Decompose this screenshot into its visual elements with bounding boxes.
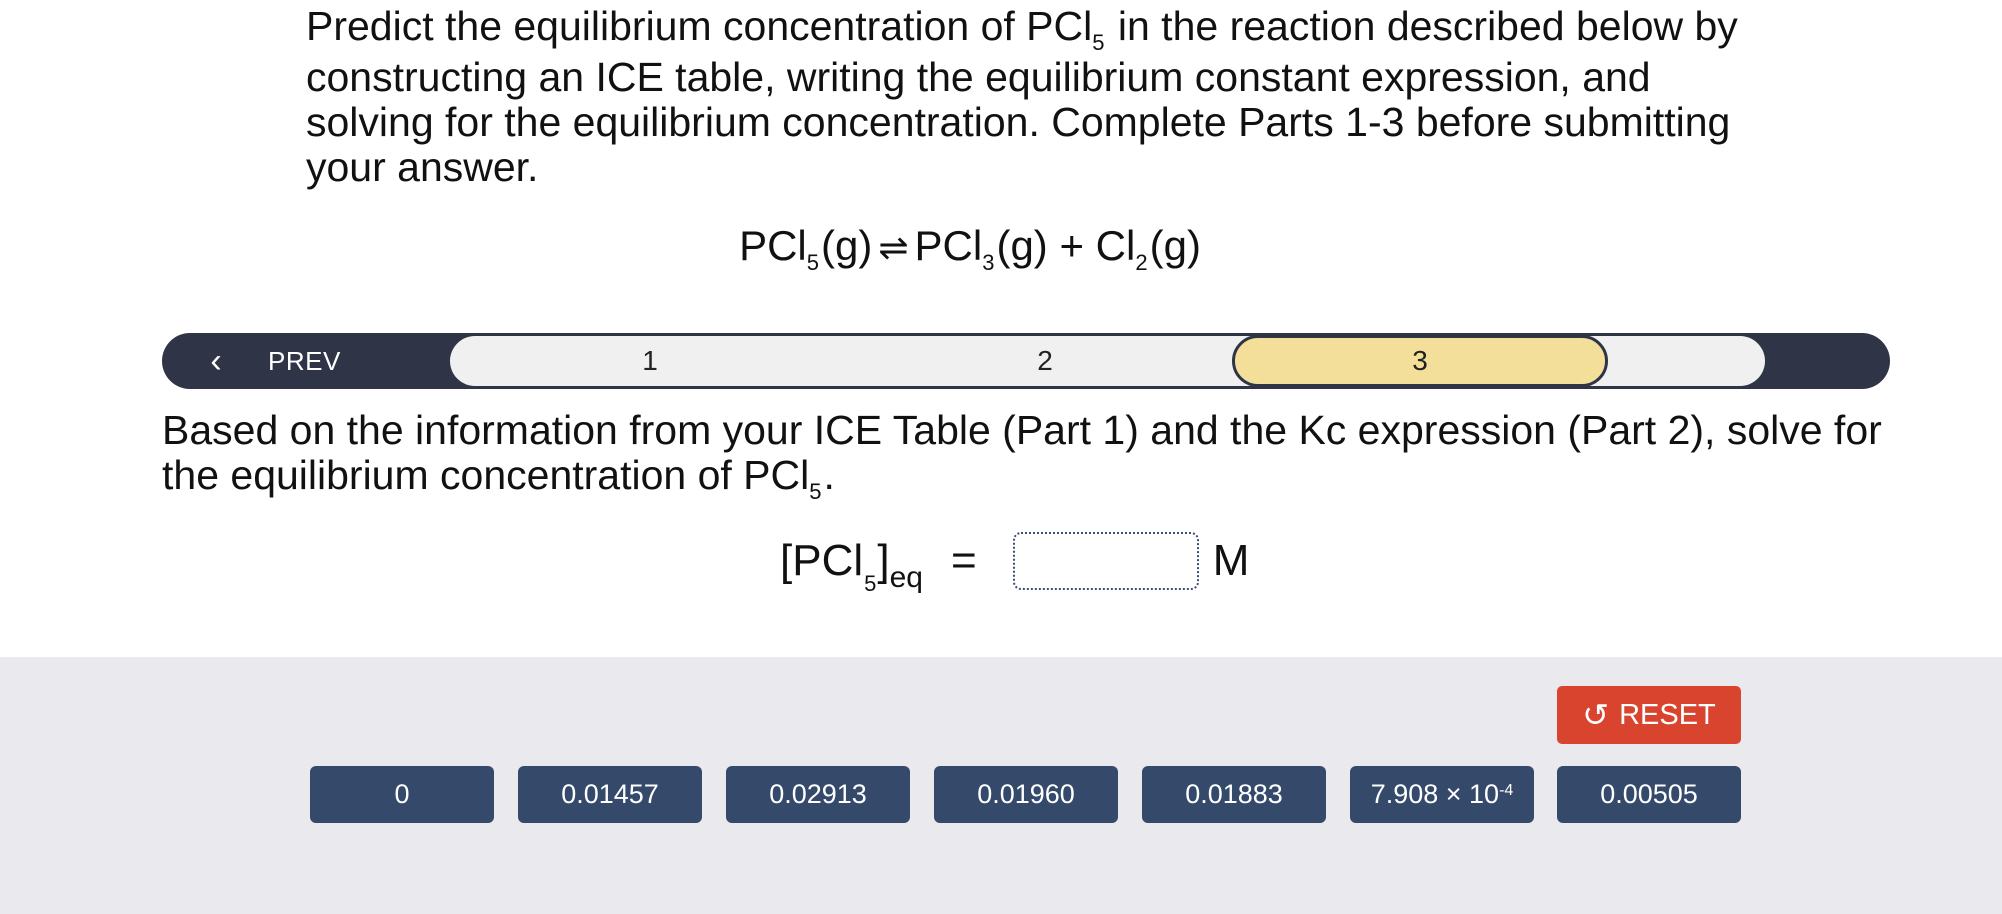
equation-plus: +	[1059, 222, 1084, 269]
chip-mantissa: 7.908 × 10	[1370, 779, 1500, 809]
equation-product1: PCl	[914, 222, 983, 269]
equation-product2: Cl	[1095, 222, 1136, 269]
tab-part-3-active[interactable]: 3	[1232, 335, 1608, 387]
prev-label: PREV	[268, 345, 341, 376]
answer-chip-0-01883[interactable]: 0.01883	[1142, 766, 1326, 823]
question-text-after: .	[823, 452, 835, 498]
answer-unit: M	[1212, 536, 1250, 585]
answer-label-close: ]	[877, 536, 890, 585]
question-text-before: Based on the information from your ICE T…	[162, 407, 1882, 498]
equation-product1-state: (g)	[996, 222, 1048, 269]
equation-product2-state: (g)	[1149, 222, 1201, 269]
prompt-subscript: 5	[1092, 30, 1105, 55]
answer-chip-0-01457[interactable]: 0.01457	[518, 766, 702, 823]
answer-label-subscript: 5	[864, 571, 877, 596]
question-subscript: 5	[809, 479, 822, 504]
chip-exponent: -4	[1499, 781, 1514, 799]
undo-icon: ↺	[1582, 697, 1610, 733]
equation-reactant-subscript: 5	[806, 250, 819, 275]
problem-prompt: Predict the equilibrium concentration of…	[306, 4, 1756, 190]
answer-chip-0-00505[interactable]: 0.00505	[1557, 766, 1741, 823]
equilibrium-arrow-icon: ⇌	[878, 227, 909, 268]
answer-label: [PCl5]eq	[780, 536, 923, 596]
answer-label-open: [PCl	[780, 536, 864, 585]
tab-part-1[interactable]: 1	[450, 336, 850, 386]
part-3-question: Based on the information from your ICE T…	[162, 407, 1882, 505]
part-navigation-bar: ‹ PREV 1 2 3	[162, 333, 1890, 389]
reset-button[interactable]: ↺ RESET	[1557, 686, 1741, 744]
answer-drop-box[interactable]	[1012, 532, 1199, 590]
parts-track: 1 2 3	[450, 335, 1765, 387]
prev-button[interactable]: ‹ PREV	[162, 333, 452, 389]
answer-label-eq: eq	[889, 561, 923, 594]
answer-chip-0-01960[interactable]: 0.01960	[934, 766, 1118, 823]
answer-row: [PCl5]eq = M	[780, 528, 1250, 596]
equation-reactant: PCl	[739, 222, 807, 269]
equation-product2-subscript: 2	[1135, 250, 1148, 275]
tab-part-2[interactable]: 2	[850, 336, 1240, 386]
equals-sign: =	[950, 536, 977, 585]
prompt-text-before: Predict the equilibrium concentration of…	[306, 3, 1093, 49]
equation-reactant-state: (g)	[821, 222, 873, 269]
equation-product1-subscript: 3	[982, 250, 995, 275]
answer-chip-0[interactable]: 0	[310, 766, 494, 823]
reset-label: RESET	[1619, 698, 1716, 731]
answer-chip-0-02913[interactable]: 0.02913	[726, 766, 910, 823]
chevron-left-icon: ‹	[210, 341, 222, 380]
answer-chip-7-908e-4[interactable]: 7.908 × 10 -4	[1350, 766, 1534, 823]
reaction-equation: PCl5(g) ⇌ PCl3(g) + Cl2(g)	[0, 218, 1940, 281]
